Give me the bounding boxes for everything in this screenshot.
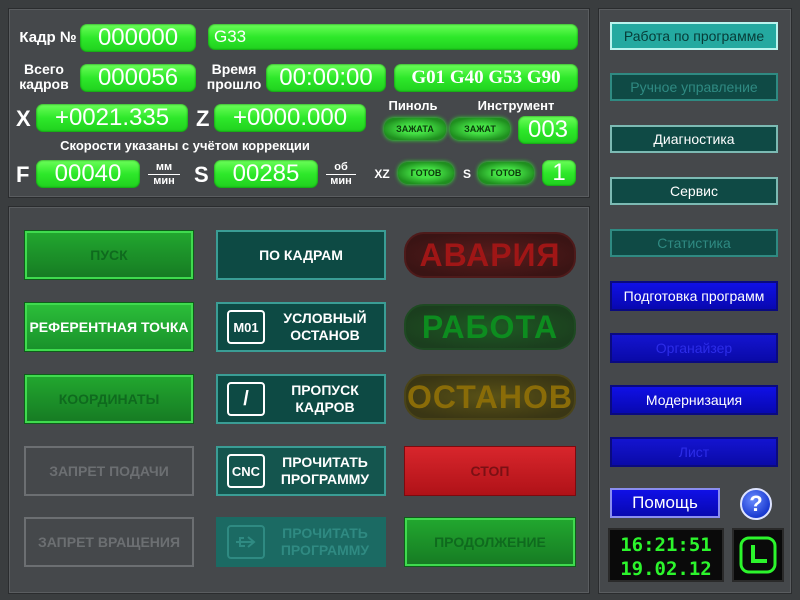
feed-field: 00040 — [36, 160, 140, 188]
halt-lamp: ОСТАНОВ — [404, 374, 576, 420]
sidebar-item-sheet[interactable]: Лист — [610, 437, 778, 467]
by-frames-button[interactable]: ПО КАДРАМ — [216, 230, 386, 280]
z-coordinate-field: +0000.000 — [214, 104, 366, 132]
read-program-usb-button[interactable]: ПРОЧИТАТЬ ПРОГРАММУ — [216, 517, 386, 567]
read-program-usb-label: ПРОЧИТАТЬ ПРОГРАММУ — [280, 525, 370, 558]
read-program-button[interactable]: CNC ПРОЧИТАТЬ ПРОГРАММУ — [216, 446, 386, 496]
clock-display: 16:21:51 19.02.12 — [608, 528, 724, 582]
alarm-lamp: АВАРИЯ — [404, 232, 576, 278]
total-frames-field: 000056 — [80, 64, 196, 92]
sidebar-item-program-work[interactable]: Работа по программе — [610, 22, 778, 50]
time-label-line1: Время — [211, 61, 257, 77]
tool-clamped-indicator: ЗАЖАТ — [450, 118, 510, 140]
cnc-badge: CNC — [227, 454, 265, 488]
spindle-speed-label: S — [194, 162, 209, 187]
gcodes-field: G01 G40 G53 G90 — [394, 64, 578, 92]
x-coordinate-field: +0021.335 — [36, 104, 188, 132]
tool-number-field: 003 — [518, 116, 578, 144]
total-label-line2: кадров — [19, 76, 69, 92]
clock-date: 19.02.12 — [620, 558, 712, 580]
total-label-line1: Всего — [24, 61, 64, 77]
reference-point-button[interactable]: РЕФЕРЕНТНАЯ ТОЧКА — [24, 302, 194, 352]
spindle-unit-num: об — [326, 162, 356, 175]
m01-badge: M01 — [227, 310, 265, 344]
conditional-stop-button[interactable]: M01 УСЛОВНЫЙ ОСТАНОВ — [216, 302, 386, 352]
usb-icon — [227, 525, 265, 559]
spindle-clamped-indicator: ЗАЖАТА — [384, 118, 446, 140]
sidebar-item-modernization[interactable]: Модернизация — [610, 385, 778, 415]
xz-label: XZ — [374, 167, 390, 181]
sidebar-item-statistics[interactable]: Статистика — [610, 229, 778, 257]
spindle-speed-field: 00285 — [214, 160, 318, 188]
skip-badge: / — [227, 382, 265, 416]
s-ready-value: 1 — [542, 160, 576, 186]
work-lamp: РАБОТА — [404, 304, 576, 350]
frame-label: Кадр № — [19, 29, 77, 46]
coordinates-button[interactable]: КООРДИНАТЫ — [24, 374, 194, 424]
help-icon[interactable]: ? — [740, 488, 772, 520]
sidebar-item-service[interactable]: Сервис — [610, 177, 778, 205]
start-button[interactable]: ПУСК — [24, 230, 194, 280]
conditional-stop-label: УСЛОВНЫЙ ОСТАНОВ — [283, 310, 367, 343]
time-elapsed-label: Время прошло — [204, 62, 264, 92]
feed-label: F — [16, 162, 30, 187]
total-frames-label: Всего кадров — [14, 62, 74, 92]
read-program-label: ПРОЧИТАТЬ ПРОГРАММУ — [280, 454, 370, 487]
skip-frames-button[interactable]: / ПРОПУСК КАДРОВ — [216, 374, 386, 424]
stop-button[interactable]: СТОП — [404, 446, 576, 496]
sidebar-item-manual-control[interactable]: Ручное управление — [610, 73, 778, 101]
s-ready-label: S — [462, 167, 471, 181]
feed-lock-button[interactable]: ЗАПРЕТ ПОДАЧИ — [24, 446, 194, 496]
time-label-line2: прошло — [206, 76, 262, 92]
sidebar-item-diagnostics[interactable]: Диагностика — [610, 125, 778, 153]
continue-button[interactable]: ПРОДОЛЖЕНИЕ — [404, 517, 576, 567]
frame-number-field: 000000 — [80, 24, 196, 52]
spindle-unit-den: мин — [330, 175, 352, 187]
xz-ready-indicator: ГОТОВ — [398, 162, 454, 184]
sidebar-item-organizer[interactable]: Органайзер — [610, 333, 778, 363]
clock-time: 16:21:51 — [620, 534, 712, 556]
help-button[interactable]: Помощь — [610, 488, 720, 518]
feed-unit-den: мин — [153, 175, 175, 187]
x-axis-label: X — [16, 106, 31, 131]
skip-frames-label: ПРОПУСК КАДРОВ — [291, 382, 359, 415]
time-elapsed-field: 00:00:00 — [266, 64, 386, 92]
s-ready-indicator: ГОТОВ — [478, 162, 534, 184]
spindle-label: Пиноль — [388, 98, 438, 113]
feed-unit: мм мин — [148, 162, 180, 187]
spin-lock-button[interactable]: ЗАПРЕТ ВРАЩЕНИЯ — [24, 517, 194, 567]
feed-unit-num: мм — [148, 162, 180, 175]
clock-icon[interactable] — [732, 528, 784, 582]
command-field: G33 — [208, 24, 578, 50]
z-axis-label: Z — [196, 106, 210, 131]
sidebar-item-program-prep[interactable]: Подготовка программ — [610, 281, 778, 311]
speed-note: Скорости указаны с учётом коррекции — [60, 138, 310, 153]
tool-label: Инструмент — [477, 98, 555, 113]
spindle-speed-unit: об мин — [326, 162, 356, 187]
